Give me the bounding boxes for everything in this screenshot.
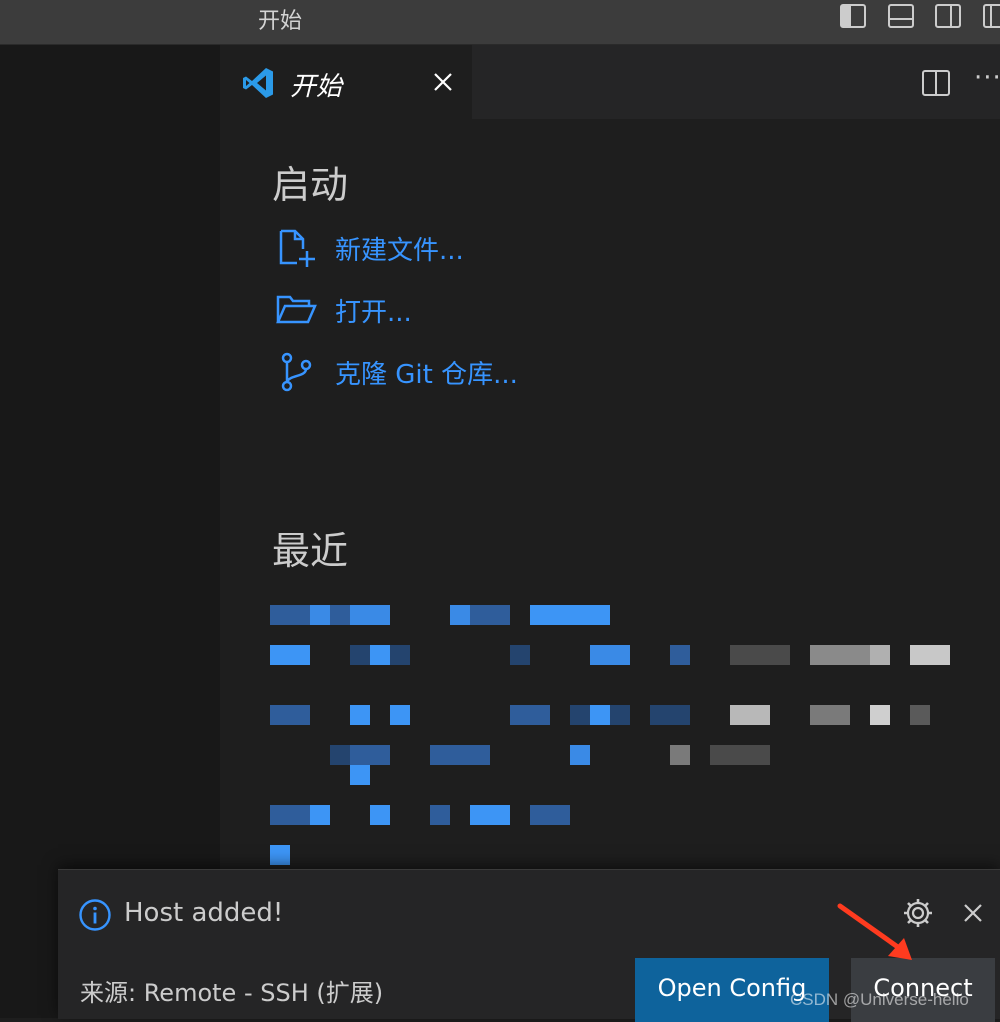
more-actions-icon[interactable]: ··· [974,63,1000,95]
vscode-logo-icon [243,68,273,98]
toggle-panel-icon[interactable] [886,2,916,30]
customize-layout-icon[interactable] [981,2,1000,30]
close-icon[interactable] [958,898,988,928]
title-bar: 开始 [0,0,1000,45]
start-heading: 启动 [272,163,349,207]
toggle-primary-sidebar-icon[interactable] [838,2,868,30]
toggle-secondary-sidebar-icon[interactable] [933,2,963,30]
tab-welcome[interactable]: 开始 [220,45,473,119]
tab-label: 开始 [290,72,343,102]
open-label: 打开... [335,297,412,328]
folder-open-icon [276,295,317,324]
clone-git-link[interactable]: 克隆 Git 仓库... [275,350,518,394]
info-icon [79,899,111,931]
new-file-icon [279,229,315,267]
new-file-link[interactable]: 新建文件... [275,226,464,270]
window-title: 开始 [258,9,303,34]
recent-heading: 最近 [272,529,349,573]
editor-tab-bar: 开始 ··· [220,45,1000,119]
notification-source: 来源: Remote - SSH (扩展) [80,979,384,1007]
recent-list-obscured [268,595,968,865]
close-icon[interactable] [428,67,458,97]
source-control-icon [281,352,312,392]
watermark: CSDN @Universe-hello [790,990,969,1009]
gear-icon[interactable] [901,896,935,930]
clone-git-label: 克隆 Git 仓库... [335,359,518,390]
new-file-label: 新建文件... [335,235,464,266]
open-link[interactable]: 打开... [275,288,412,332]
notification-message: Host added! [124,898,284,928]
split-editor-icon[interactable] [920,67,952,99]
